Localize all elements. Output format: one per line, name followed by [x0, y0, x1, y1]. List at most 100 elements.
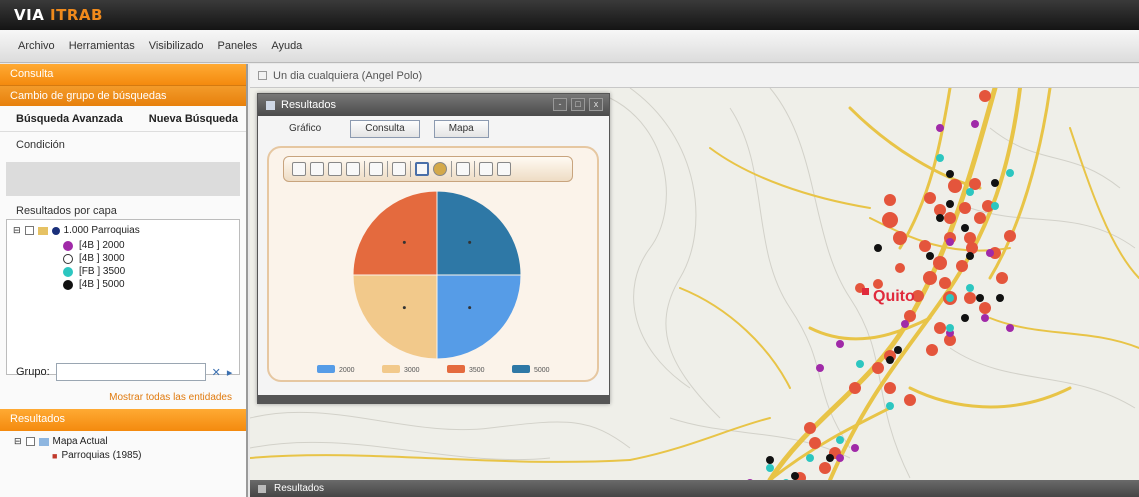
- map-point-marker[interactable]: [894, 346, 902, 354]
- minimize-button[interactable]: -: [553, 98, 567, 111]
- map-point-marker[interactable]: [971, 120, 979, 128]
- results-tree-root[interactable]: ⊟ 1.000 Parroquias: [13, 225, 140, 236]
- map-point-marker[interactable]: [934, 322, 946, 334]
- go-icon[interactable]: ▸: [227, 366, 233, 379]
- map-point-marker[interactable]: [966, 242, 978, 254]
- map-point-marker[interactable]: [826, 454, 834, 462]
- expand-icon[interactable]: ⊟: [13, 225, 21, 236]
- close-button[interactable]: x: [589, 98, 603, 111]
- map-point-marker[interactable]: [966, 188, 974, 196]
- map-point-marker[interactable]: [836, 436, 844, 444]
- map-point-marker[interactable]: [856, 360, 864, 368]
- map-point-marker[interactable]: [944, 212, 956, 224]
- map-point-marker[interactable]: [974, 212, 986, 224]
- results-item[interactable]: [4B ] 5000: [63, 279, 125, 290]
- pie-slice-3500[interactable]: [352, 190, 438, 276]
- map-point-marker[interactable]: [946, 294, 954, 302]
- clear-icon[interactable]: ✕: [212, 366, 221, 379]
- map-point-marker[interactable]: [966, 284, 974, 292]
- results-tree[interactable]: ⊟ 1.000 Parroquias [4B ] 2000 [4B ] 3000…: [6, 219, 240, 375]
- map-point-marker[interactable]: [939, 277, 951, 289]
- map-point-marker[interactable]: [959, 202, 971, 214]
- map-point-marker[interactable]: [996, 294, 1004, 302]
- map-point-marker[interactable]: [991, 179, 999, 187]
- checkbox-icon[interactable]: [24, 226, 34, 235]
- menu-herramientas[interactable]: Herramientas: [69, 40, 135, 52]
- tab-advanced-search[interactable]: Búsqueda Avanzada: [16, 113, 123, 125]
- map-point-marker[interactable]: [936, 154, 944, 162]
- pie-slice-3000[interactable]: [352, 274, 438, 360]
- map-point-marker[interactable]: [956, 260, 968, 272]
- results-dialog[interactable]: Resultados - □ x Gráfico Consulta Mapa 2…: [257, 93, 610, 404]
- results-header[interactable]: Resultados: [0, 409, 246, 431]
- map-point-marker[interactable]: [981, 314, 989, 322]
- menu-visibilizado[interactable]: Visibilizado: [149, 40, 204, 52]
- map-point-marker[interactable]: [849, 382, 861, 394]
- results-item[interactable]: [4B ] 3000: [63, 253, 125, 264]
- map-point-marker[interactable]: [809, 437, 821, 449]
- dialog-titlebar[interactable]: Resultados - □ x: [258, 94, 609, 116]
- map-point-marker[interactable]: [991, 202, 999, 210]
- map-point-marker[interactable]: [895, 263, 905, 273]
- search-group-header[interactable]: Cambio de grupo de búsquedas: [0, 85, 246, 106]
- map-point-marker[interactable]: [872, 362, 884, 374]
- criteria-box[interactable]: [6, 162, 240, 196]
- bottom-results-bar[interactable]: Resultados: [250, 480, 1139, 497]
- tab-mapa[interactable]: Mapa: [433, 120, 489, 138]
- map-point-marker[interactable]: [836, 454, 844, 462]
- map-point-marker[interactable]: [851, 444, 859, 452]
- map-point-marker[interactable]: [901, 320, 909, 328]
- map-point-marker[interactable]: [964, 292, 976, 304]
- map-point-marker[interactable]: [964, 232, 976, 244]
- results-item[interactable]: [FB ] 3500: [63, 266, 125, 277]
- map-point-marker[interactable]: [886, 402, 894, 410]
- map-point-marker[interactable]: [926, 344, 938, 356]
- map-tree-root[interactable]: ⊟ Mapa Actual: [14, 436, 141, 447]
- maximize-button[interactable]: □: [571, 98, 585, 111]
- group-input[interactable]: [55, 363, 206, 381]
- map-point-marker[interactable]: [936, 214, 944, 222]
- map-point-marker[interactable]: [1006, 324, 1014, 332]
- map-point-marker[interactable]: [986, 249, 994, 257]
- map-point-marker[interactable]: [806, 454, 814, 462]
- map-point-marker[interactable]: [961, 224, 969, 232]
- map-point-marker[interactable]: [884, 194, 896, 206]
- map-point-marker[interactable]: [904, 394, 916, 406]
- map-point-marker[interactable]: [976, 294, 984, 302]
- show-all-link[interactable]: Mostrar todas las entidades: [0, 392, 246, 403]
- map-point-marker[interactable]: [979, 302, 991, 314]
- menu-archivo[interactable]: Archivo: [18, 40, 55, 52]
- map-point-marker[interactable]: [791, 472, 799, 480]
- checkbox-icon[interactable]: [25, 437, 35, 446]
- map-point-marker[interactable]: [766, 464, 774, 472]
- map-point-marker[interactable]: [884, 382, 896, 394]
- map-point-marker[interactable]: [948, 179, 962, 193]
- map-point-marker[interactable]: [926, 252, 934, 260]
- map-tree-child[interactable]: ■ Parroquias (1985): [14, 450, 141, 461]
- map-point-marker[interactable]: [924, 192, 936, 204]
- map-point-marker[interactable]: [819, 462, 831, 474]
- tab-new-search[interactable]: Nueva Búsqueda: [149, 113, 238, 125]
- map-point-marker[interactable]: [996, 272, 1008, 284]
- map-point-marker[interactable]: [946, 170, 954, 178]
- map-point-marker[interactable]: [804, 422, 816, 434]
- tab-consulta[interactable]: Consulta: [350, 120, 420, 138]
- map-point-marker[interactable]: [882, 212, 898, 228]
- map-point-marker[interactable]: [936, 124, 944, 132]
- map-point-marker[interactable]: [966, 252, 974, 260]
- map-point-marker[interactable]: [1004, 230, 1016, 242]
- map-point-marker[interactable]: [933, 256, 947, 270]
- map-point-marker[interactable]: [766, 456, 774, 464]
- tab-grafico[interactable]: Gráfico: [274, 120, 336, 138]
- map-point-marker[interactable]: [979, 90, 991, 102]
- map-point-marker[interactable]: [886, 356, 894, 364]
- menu-paneles[interactable]: Paneles: [218, 40, 258, 52]
- map-point-marker[interactable]: [836, 340, 844, 348]
- menu-ayuda[interactable]: Ayuda: [271, 40, 302, 52]
- map-point-marker[interactable]: [923, 271, 937, 285]
- map-point-marker[interactable]: [946, 200, 954, 208]
- expand-icon[interactable]: ⊟: [14, 436, 22, 447]
- map-point-marker[interactable]: [816, 364, 824, 372]
- map-point-marker[interactable]: [893, 231, 907, 245]
- map-point-marker[interactable]: [946, 238, 954, 246]
